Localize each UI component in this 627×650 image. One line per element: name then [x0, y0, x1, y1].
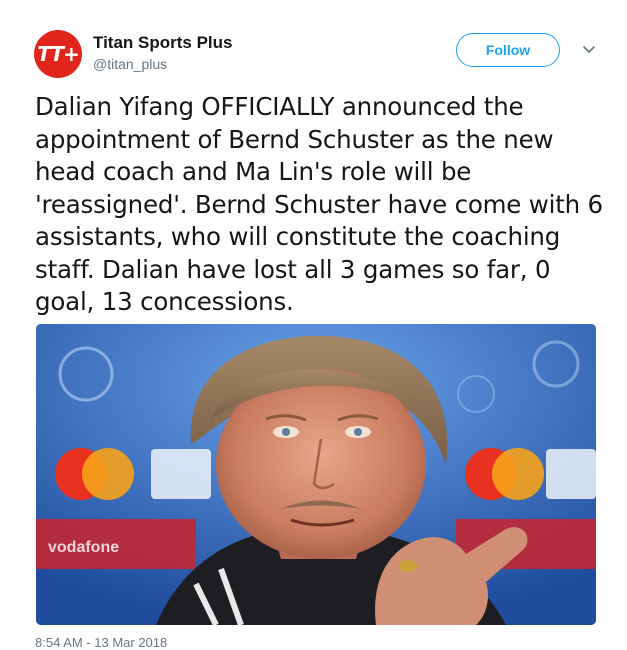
sponsor-text-vodafone: vodafone — [48, 539, 119, 556]
mastercard-logo-right — [465, 448, 544, 500]
photo-illustration: vodafone — [36, 324, 596, 625]
tweet-text: Dalian Yifang OFFICIALLY announced the a… — [35, 92, 603, 316]
author-name[interactable]: Titan Sports Plus — [93, 33, 233, 53]
tweet-photo[interactable]: vodafone — [36, 324, 596, 625]
follow-button[interactable]: Follow — [456, 33, 560, 67]
author-handle[interactable]: @titan_plus — [93, 56, 167, 72]
mastercard-logo-left — [55, 448, 134, 500]
avatar[interactable]: TT+ — [34, 30, 82, 78]
chevron-down-icon[interactable] — [580, 40, 598, 58]
tweet-header: TT+ Titan Sports Plus @titan_plus Follow — [34, 26, 607, 82]
